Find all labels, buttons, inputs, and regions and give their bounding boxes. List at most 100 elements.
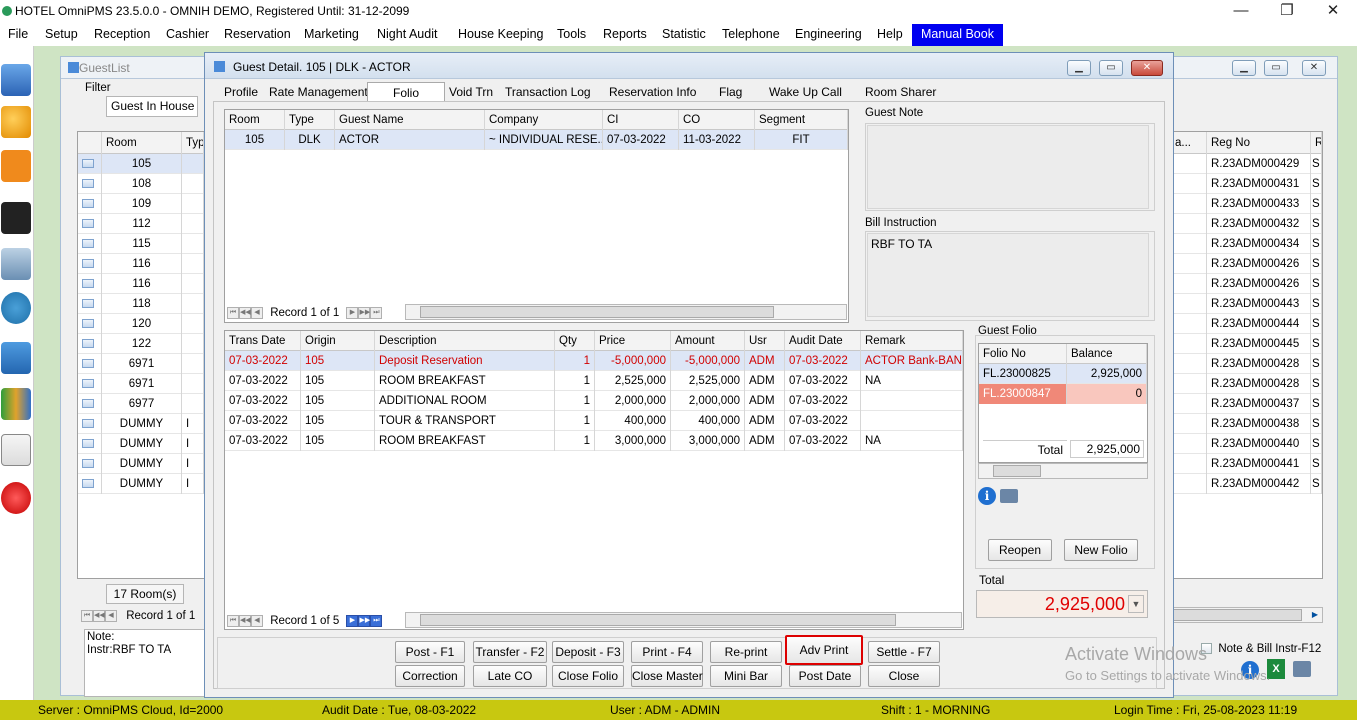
detail-close-button[interactable]: ✕ bbox=[1131, 60, 1163, 76]
guestlist-row-right[interactable]: R.23ADM000432 S bbox=[1171, 214, 1322, 234]
room-grid-row[interactable]: 105 DLK ACTOR ~ INDIVIDUAL RESE... 07-03… bbox=[225, 130, 848, 150]
nav-last-icon[interactable]: ⏭ bbox=[370, 306, 383, 319]
col-room[interactable]: Room bbox=[225, 110, 285, 130]
col-amount[interactable]: Amount bbox=[671, 331, 745, 351]
tab-room-sharer[interactable]: Room Sharer bbox=[865, 82, 936, 102]
users-icon[interactable] bbox=[1, 106, 31, 138]
menu-setup[interactable]: Setup bbox=[43, 24, 80, 46]
guestlist-row-right[interactable]: R.23ADM000443 S bbox=[1171, 294, 1322, 314]
guest-list-icon[interactable] bbox=[1, 64, 31, 96]
guestlist-row-right[interactable]: R.23ADM000428 S bbox=[1171, 374, 1322, 394]
printer-icon[interactable] bbox=[1000, 489, 1018, 503]
nav-prev-icon[interactable]: ◀ bbox=[105, 609, 117, 622]
detail-minimize-button[interactable]: ▁ bbox=[1067, 60, 1091, 76]
nav-last-icon[interactable]: ⏭ bbox=[370, 614, 383, 627]
nav-prev-page-icon[interactable]: ◀◀ bbox=[239, 614, 251, 627]
guestlist-row[interactable]: 112 bbox=[78, 214, 204, 234]
new-folio-button[interactable]: New Folio bbox=[1064, 539, 1138, 561]
menu-reception[interactable]: Reception bbox=[92, 24, 152, 46]
guestlist-row[interactable]: 120 bbox=[78, 314, 204, 334]
guestlist-minimize-button[interactable]: ▁ bbox=[1232, 60, 1256, 76]
row-select-cell[interactable] bbox=[78, 394, 102, 414]
guest-note-field[interactable] bbox=[867, 125, 1149, 209]
transaction-row[interactable]: 07-03-2022 105 ROOM BREAKFAST 1 2,525,000 2,5… bbox=[225, 371, 963, 391]
row-select-cell[interactable] bbox=[78, 174, 102, 194]
guestlist-close-button[interactable]: ✕ bbox=[1302, 60, 1326, 76]
menu-file[interactable]: File bbox=[6, 24, 30, 46]
nav-next-icon[interactable]: ▶ bbox=[346, 306, 359, 319]
filter-select[interactable]: Guest In House bbox=[106, 96, 198, 117]
menu-cashier[interactable]: Cashier bbox=[164, 24, 211, 46]
row-select-cell[interactable] bbox=[78, 154, 102, 174]
restore-button[interactable]: ❐ bbox=[1272, 2, 1302, 22]
guestlist-row-right[interactable]: R.23ADM000434 S bbox=[1171, 234, 1322, 254]
info-icon[interactable]: i bbox=[978, 487, 996, 505]
col-balance[interactable]: Balance bbox=[1067, 344, 1147, 364]
menu-telephone[interactable]: Telephone bbox=[720, 24, 782, 46]
hscroll-thumb[interactable] bbox=[420, 614, 896, 626]
guestlist-row[interactable]: 116 bbox=[78, 274, 204, 294]
row-select-cell[interactable] bbox=[78, 374, 102, 394]
minimize-button[interactable]: — bbox=[1226, 2, 1256, 22]
menu-engineering[interactable]: Engineering bbox=[793, 24, 864, 46]
col-remark[interactable]: Remark bbox=[861, 331, 963, 351]
transaction-row[interactable]: 07-03-2022 105 TOUR & TRANSPORT 1 400,000 400… bbox=[225, 411, 963, 431]
row-select-cell[interactable] bbox=[78, 214, 102, 234]
guestlist-row[interactable]: DUMMY I bbox=[78, 414, 204, 434]
print-button[interactable]: Print - F4 bbox=[631, 641, 703, 663]
guestlist-row-right[interactable]: R.23ADM000431 S bbox=[1171, 174, 1322, 194]
menu-reports[interactable]: Reports bbox=[601, 24, 649, 46]
nav-next-page-icon[interactable]: ▶▶ bbox=[358, 306, 371, 319]
col-company[interactable]: Company bbox=[485, 110, 603, 130]
col-type[interactable]: Type bbox=[285, 110, 335, 130]
close-button[interactable]: ✕ bbox=[1318, 2, 1348, 22]
hscroll-thumb[interactable] bbox=[1172, 609, 1302, 621]
menu-marketing[interactable]: Marketing bbox=[302, 24, 361, 46]
transfer-button[interactable]: Transfer - F2 bbox=[473, 641, 547, 663]
guestlist-row-right[interactable]: R.23ADM000441 S bbox=[1171, 454, 1322, 474]
guestlist-row-right[interactable]: R.23ADM000433 S bbox=[1171, 194, 1322, 214]
building-icon[interactable] bbox=[1, 248, 31, 280]
menu-night-audit[interactable]: Night Audit bbox=[375, 24, 439, 46]
row-select-cell[interactable] bbox=[78, 234, 102, 254]
guestlist-row-right[interactable]: R.23ADM000444 S bbox=[1171, 314, 1322, 334]
row-select-cell[interactable] bbox=[78, 294, 102, 314]
menu-help[interactable]: Help bbox=[875, 24, 905, 46]
bill-instruction-field[interactable]: RBF TO TA bbox=[867, 233, 1149, 317]
guestlist-row[interactable]: DUMMY I bbox=[78, 474, 204, 494]
guestlist-row[interactable]: 105 bbox=[78, 154, 204, 174]
row-select-cell[interactable] bbox=[78, 414, 102, 434]
header-regno[interactable]: Reg No bbox=[1207, 132, 1311, 154]
guestlist-row-right[interactable]: R.23ADM000438 S bbox=[1171, 414, 1322, 434]
header-room[interactable]: Room bbox=[102, 132, 182, 154]
deposit-button[interactable]: Deposit - F3 bbox=[552, 641, 624, 663]
calendar-icon[interactable] bbox=[1, 202, 31, 234]
transaction-row[interactable]: 07-03-2022 105 Deposit Reservation 1 -5,000,… bbox=[225, 351, 963, 371]
menu-reservation[interactable]: Reservation bbox=[222, 24, 293, 46]
col-guest-name[interactable]: Guest Name bbox=[335, 110, 485, 130]
nav-next-icon[interactable]: ▶ bbox=[346, 614, 359, 627]
col-qty[interactable]: Qty bbox=[555, 331, 595, 351]
tab-folio[interactable]: Folio bbox=[367, 82, 445, 102]
row-select-cell[interactable] bbox=[78, 434, 102, 454]
tab-profile[interactable]: Profile bbox=[221, 82, 261, 102]
folio-row-selected[interactable]: FL.23000847 0 bbox=[979, 384, 1147, 404]
col-usr[interactable]: Usr bbox=[745, 331, 785, 351]
reprint-button[interactable]: Re-print bbox=[710, 641, 782, 663]
col-folio-no[interactable]: Folio No bbox=[979, 344, 1067, 364]
guestlist-row[interactable]: 108 bbox=[78, 174, 204, 194]
tab-void-trn[interactable]: Void Trn bbox=[449, 82, 493, 102]
post-date-button[interactable]: Post Date bbox=[789, 665, 861, 687]
detail-restore-button[interactable]: ▭ bbox=[1099, 60, 1123, 76]
tab-wake-up-call[interactable]: Wake Up Call bbox=[769, 82, 842, 102]
row-select-cell[interactable] bbox=[78, 354, 102, 374]
guestlist-row[interactable]: 109 bbox=[78, 194, 204, 214]
col-description[interactable]: Description bbox=[375, 331, 555, 351]
col-ci[interactable]: CI bbox=[603, 110, 679, 130]
guestlist-row[interactable]: DUMMY I bbox=[78, 434, 204, 454]
settle-button[interactable]: Settle - F7 bbox=[868, 641, 940, 663]
room-grid-hscrollbar[interactable] bbox=[405, 304, 847, 320]
transaction-hscrollbar[interactable] bbox=[405, 612, 962, 628]
guestlist-row-right[interactable]: R.23ADM000437 S bbox=[1171, 394, 1322, 414]
nav-prev-icon[interactable]: ◀ bbox=[251, 306, 263, 319]
